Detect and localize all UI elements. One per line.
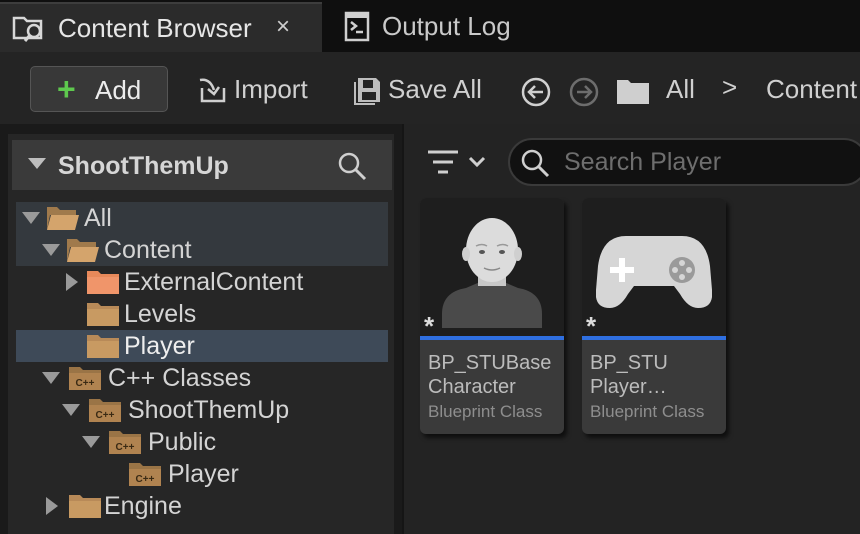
- search-input[interactable]: [564, 146, 854, 178]
- character-icon: [442, 218, 542, 328]
- tab-output-log[interactable]: Output Log: [330, 2, 550, 52]
- content-browser-icon: [12, 16, 43, 42]
- cpp-folder-icon: C++: [129, 463, 161, 486]
- tree-item-label: Levels: [124, 300, 197, 328]
- search-icon[interactable]: [336, 150, 368, 182]
- tab-label: Output Log: [382, 11, 511, 41]
- tree-item-label: Content: [104, 236, 192, 264]
- tab-label: Content Browser: [58, 13, 252, 43]
- save-icon: [354, 78, 380, 105]
- asset-name-line1: BP_STU: [590, 352, 668, 374]
- modified-badge-icon: *: [586, 311, 597, 341]
- expand-arrow-icon[interactable]: [42, 372, 60, 384]
- import-label: Import: [234, 74, 308, 104]
- tree-item-cpp-player[interactable]: C++ Player: [16, 458, 388, 490]
- cpp-folder-icon: C++: [109, 431, 141, 454]
- breadcrumb-separator: >: [722, 72, 738, 102]
- sources-header[interactable]: ShootThemUp: [12, 140, 392, 190]
- expand-arrow-icon[interactable]: [82, 436, 100, 448]
- asset-name-line2: Player…: [590, 376, 667, 398]
- search-icon: [521, 149, 550, 178]
- collapse-arrow-icon[interactable]: [28, 158, 46, 169]
- folder-icon: [87, 335, 119, 358]
- modified-badge-icon: *: [424, 311, 435, 341]
- folder-open-icon: [67, 239, 99, 262]
- tree-item-player[interactable]: Player: [16, 330, 388, 362]
- tree-item-cpp-classes[interactable]: C++ C++ Classes: [16, 362, 388, 394]
- tree-item-label: All: [84, 204, 112, 232]
- tree-item-label: Player: [168, 460, 239, 488]
- search-box[interactable]: [508, 138, 860, 186]
- filter-icon[interactable]: [426, 146, 490, 180]
- close-icon[interactable]: ×: [276, 13, 290, 41]
- tab-content-browser[interactable]: Content Browser ×: [0, 2, 322, 52]
- tree-item-label: Player: [124, 332, 195, 360]
- tree-item-label: ShootThemUp: [128, 396, 290, 424]
- expand-arrow-icon[interactable]: [22, 212, 40, 224]
- folder-icon: [87, 303, 119, 326]
- folder-open-icon: [47, 207, 79, 230]
- forward-arrow-icon[interactable]: [568, 76, 600, 108]
- asset-type-bar: [420, 336, 564, 340]
- plus-icon: +: [57, 71, 76, 107]
- asset-tile-bp-stubase-character[interactable]: * BP_STUBase Character Blueprint Class: [420, 198, 564, 434]
- cpp-folder-icon: C++: [89, 399, 121, 422]
- breadcrumb-content[interactable]: Content: [766, 74, 857, 105]
- import-button[interactable]: Import: [192, 66, 322, 112]
- asset-thumbnail: [582, 198, 726, 338]
- asset-tile-bp-stu-player[interactable]: * BP_STU Player… Blueprint Class: [582, 198, 726, 434]
- tree-item-public[interactable]: C++ Public: [16, 426, 388, 458]
- tree-item-engine[interactable]: Engine: [16, 490, 388, 522]
- add-label: Add: [95, 75, 142, 105]
- tree-item-all[interactable]: All: [16, 202, 388, 234]
- folder-icon: [69, 495, 101, 518]
- tree-item-levels[interactable]: Levels: [16, 298, 388, 330]
- tree-item-content[interactable]: Content: [16, 234, 388, 266]
- svg-text:C++: C++: [96, 410, 115, 421]
- breadcrumb-all[interactable]: All: [666, 74, 695, 105]
- add-button[interactable]: + Add: [30, 66, 168, 112]
- back-arrow-icon[interactable]: [520, 76, 552, 108]
- save-all-label: Save All: [388, 74, 482, 104]
- expand-arrow-icon[interactable]: [66, 273, 78, 291]
- tab-bar: Content Browser × Output Log: [0, 0, 860, 52]
- svg-text:C++: C++: [136, 474, 155, 485]
- tree-item-label: C++ Classes: [108, 364, 252, 392]
- svg-text:C++: C++: [116, 442, 135, 453]
- folder-icon: [87, 271, 119, 294]
- toolbar: + Add Import Save All All > Content: [0, 52, 860, 124]
- tree-item-label: ExternalContent: [124, 268, 304, 296]
- asset-type-bar: [582, 336, 726, 340]
- tree-item-shootthemup[interactable]: C++ ShootThemUp: [16, 394, 388, 426]
- asset-type-label: Blueprint Class: [590, 402, 705, 421]
- save-all-button[interactable]: Save All: [350, 66, 492, 112]
- expand-arrow-icon[interactable]: [62, 404, 80, 416]
- tree-item-label: Public: [148, 428, 217, 456]
- asset-type-label: Blueprint Class: [428, 402, 543, 421]
- import-icon: [199, 78, 226, 103]
- sources-title: ShootThemUp: [58, 152, 229, 180]
- output-log-icon: [344, 11, 370, 42]
- expand-arrow-icon[interactable]: [42, 244, 60, 256]
- tree-item-label: Engine: [104, 492, 182, 520]
- asset-name-line2: Character: [428, 376, 516, 398]
- cpp-folder-icon: C++: [69, 367, 101, 390]
- asset-thumbnail: [420, 198, 564, 338]
- asset-name-line1: BP_STUBase: [428, 352, 552, 374]
- svg-text:C++: C++: [76, 378, 95, 389]
- tree-item-externalcontent[interactable]: ExternalContent: [16, 266, 388, 298]
- expand-arrow-icon[interactable]: [46, 497, 58, 515]
- folder-icon: [617, 80, 649, 104]
- gamepad-icon: [596, 236, 712, 308]
